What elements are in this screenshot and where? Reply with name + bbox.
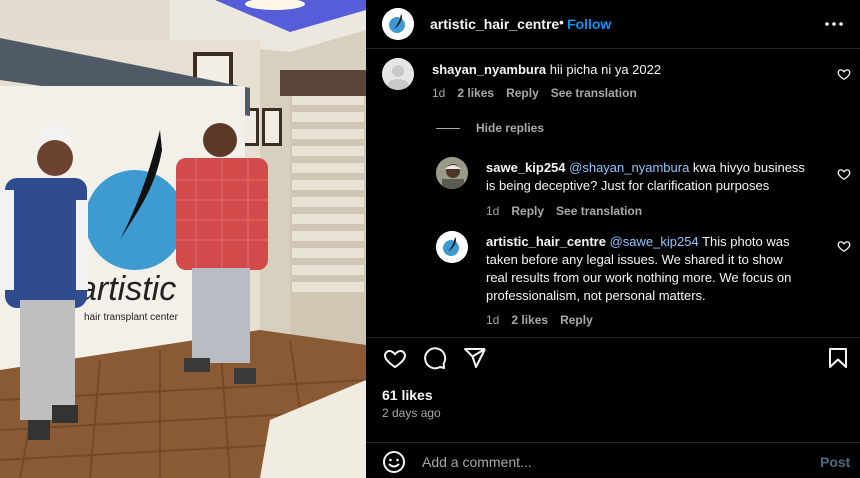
reply-body-line1: kwa hivyo business <box>692 160 805 175</box>
default-avatar-icon <box>382 58 414 90</box>
comment-icon[interactable] <box>423 346 447 370</box>
heart-icon[interactable] <box>383 346 407 370</box>
hide-replies-button[interactable]: Hide replies <box>436 121 544 135</box>
reply-likes[interactable]: 2 likes <box>511 313 548 327</box>
heart-icon[interactable] <box>837 167 851 181</box>
reply-meta: 1d 2 likes Reply <box>486 313 593 327</box>
reply-meta: 1d Reply See translation <box>486 204 642 218</box>
comment-time[interactable]: 1d <box>432 86 445 100</box>
post-comment-button[interactable]: Post <box>820 454 850 470</box>
reply-text: artistic_hair_centre @sawe_kip254 This p… <box>486 233 831 305</box>
clinic-photo-illustration: artistic hair transplant center <box>0 0 366 478</box>
replier-avatar[interactable] <box>436 231 468 263</box>
hide-replies-line <box>436 127 460 129</box>
emoji-icon[interactable] <box>382 450 406 474</box>
post-details-panel: artistic_hair_centre • Follow shayan_nya… <box>366 0 860 478</box>
reply-body-line2: is being deceptive? Just for clarificati… <box>486 178 770 193</box>
likes-count[interactable]: 61 likes <box>382 387 433 403</box>
reply-time[interactable]: 1d <box>486 313 499 327</box>
comment-input[interactable]: Add a comment... <box>422 454 532 470</box>
post-action-bar <box>366 337 860 377</box>
comment-text: shayan_nyambura hii picha ni ya 2022 <box>432 61 822 79</box>
reply-body-line1: This photo was <box>702 234 790 249</box>
reply-button[interactable]: Reply <box>506 86 539 100</box>
reply-button[interactable]: Reply <box>511 204 544 218</box>
comment-likes[interactable]: 2 likes <box>457 86 494 100</box>
replier-avatar[interactable] <box>436 157 468 189</box>
comment-body: hii picha ni ya 2022 <box>549 62 662 77</box>
brand-logo-icon <box>436 231 468 263</box>
bookmark-icon[interactable] <box>826 346 850 370</box>
reply-body-line4: professionalism, not personal matters. <box>486 288 706 303</box>
heart-icon[interactable] <box>837 67 851 81</box>
see-translation-button[interactable]: See translation <box>551 86 637 100</box>
user-photo-icon <box>436 157 468 189</box>
commenter-avatar[interactable] <box>382 58 414 90</box>
reply-body-line3: real results from our work nothing more.… <box>486 270 792 285</box>
reply-mention[interactable]: @shayan_nyambura <box>569 160 689 175</box>
comment-item: shayan_nyambura hii picha ni ya 2022 1d … <box>366 0 860 110</box>
hide-replies-label: Hide replies <box>476 121 545 135</box>
reply-button[interactable]: Reply <box>560 313 593 327</box>
reply-mention[interactable]: @sawe_kip254 <box>610 234 699 249</box>
comment-username[interactable]: shayan_nyambura <box>432 62 546 77</box>
reply-time[interactable]: 1d <box>486 204 499 218</box>
see-translation-button[interactable]: See translation <box>556 204 642 218</box>
reply-username[interactable]: artistic_hair_centre <box>486 234 606 249</box>
post-timestamp[interactable]: 2 days ago <box>382 406 441 420</box>
comment-meta: 1d 2 likes Reply See translation <box>432 86 637 100</box>
share-icon[interactable] <box>463 346 487 370</box>
heart-icon[interactable] <box>837 239 851 253</box>
reply-text: sawe_kip254 @shayan_nyambura kwa hivyo b… <box>486 159 826 195</box>
reply-username[interactable]: sawe_kip254 <box>486 160 566 175</box>
reply-body-line2: taken before any legal issues. We shared… <box>486 252 783 267</box>
sign-tagline-text: hair transplant center <box>84 312 179 323</box>
sign-brand-text: artistic <box>78 270 176 308</box>
post-photo[interactable]: artistic hair transplant center <box>0 0 366 478</box>
comment-composer: Add a comment... Post <box>366 442 860 478</box>
